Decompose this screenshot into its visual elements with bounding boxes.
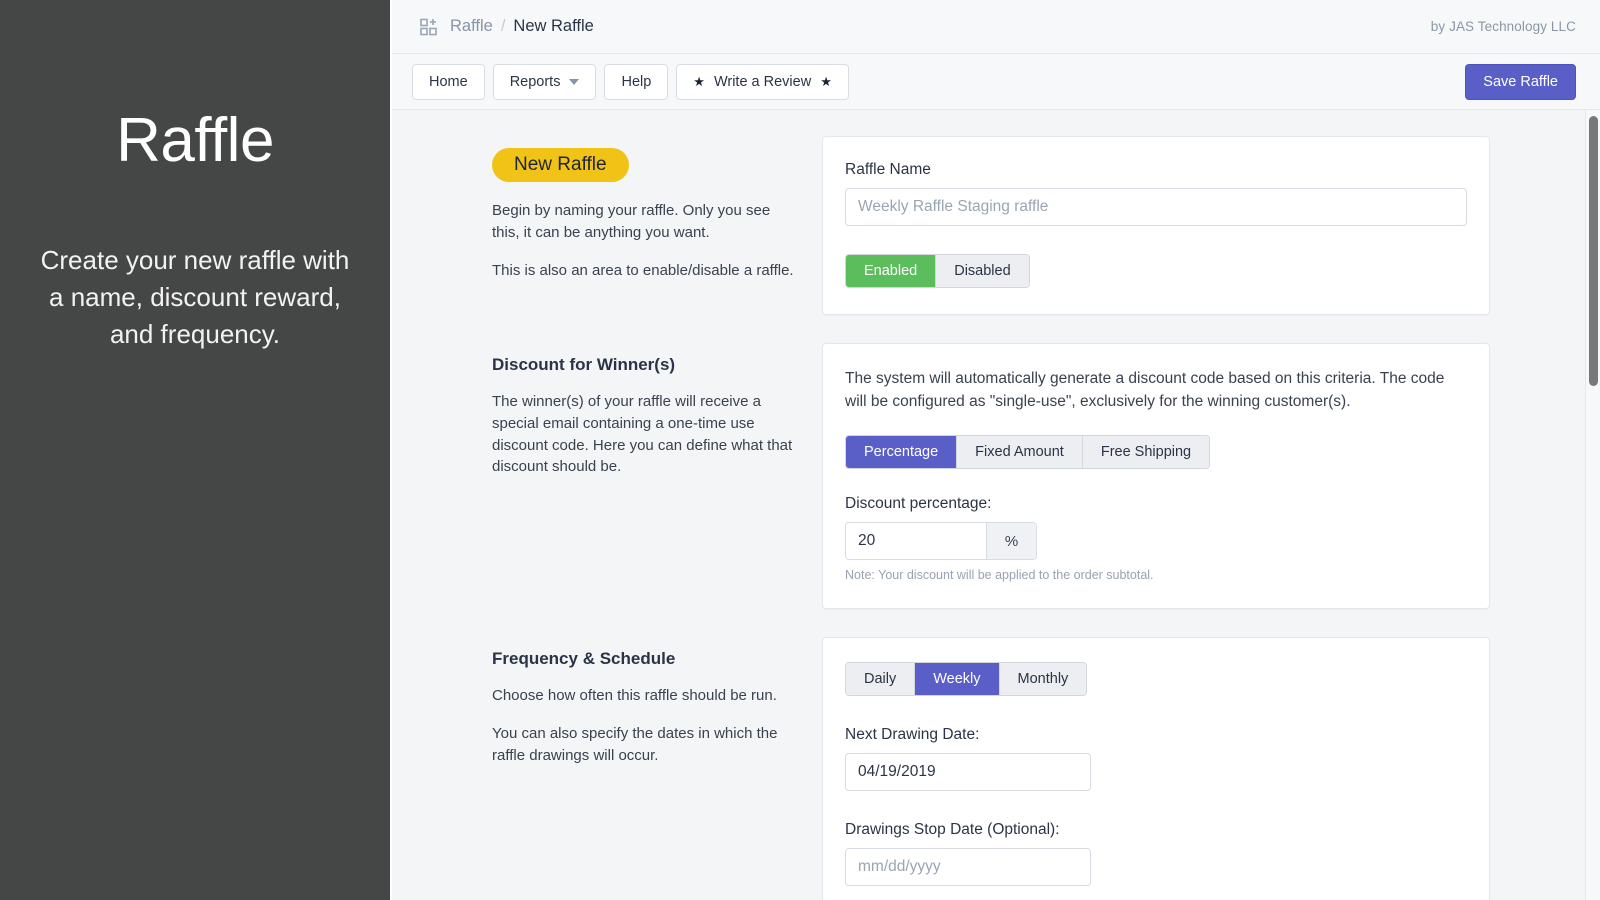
discount-paragraph: The winner(s) of your raffle will receiv… xyxy=(492,391,794,478)
discount-percentage-label: Discount percentage: xyxy=(845,495,1467,513)
next-drawing-date-input[interactable] xyxy=(845,753,1091,791)
write-review-label: Write a Review xyxy=(714,74,811,90)
home-button[interactable]: Home xyxy=(412,64,485,100)
raffle-name-input[interactable] xyxy=(845,188,1467,226)
frequency-paragraph-1: Choose how often this raffle should be r… xyxy=(492,685,794,707)
disabled-option[interactable]: Disabled xyxy=(936,255,1028,287)
percent-symbol-addon: % xyxy=(986,523,1036,559)
raffle-name-description: New Raffle Begin by naming your raffle. … xyxy=(492,136,822,281)
sidebar-title: Raffle xyxy=(116,110,274,172)
content-area: New Raffle Begin by naming your raffle. … xyxy=(392,110,1600,900)
frequency-daily[interactable]: Daily xyxy=(846,663,915,695)
drawings-stop-date-label: Drawings Stop Date (Optional): xyxy=(845,821,1467,839)
breadcrumb-separator: / xyxy=(501,17,506,36)
chevron-down-icon xyxy=(569,79,579,85)
reports-button-label: Reports xyxy=(510,74,561,90)
main-panel: Raffle / New Raffle by JAS Technology LL… xyxy=(390,0,1600,900)
frequency-paragraph-2: You can also specify the dates in which … xyxy=(492,723,794,767)
toolbar: Home Reports Help ★ Write a Review ★ Sav… xyxy=(392,54,1600,110)
frequency-weekly[interactable]: Weekly xyxy=(915,663,999,695)
write-review-button[interactable]: ★ Write a Review ★ xyxy=(676,64,849,100)
star-icon-right: ★ xyxy=(820,75,832,88)
enabled-disabled-toggle: Enabled Disabled xyxy=(845,254,1030,288)
star-icon-left: ★ xyxy=(693,75,705,88)
help-button[interactable]: Help xyxy=(604,64,668,100)
frequency-card-wrap: Daily Weekly Monthly Next Drawing Date: … xyxy=(822,637,1490,900)
content-scrollbar-track[interactable] xyxy=(1585,110,1600,900)
save-raffle-button[interactable]: Save Raffle xyxy=(1465,64,1576,100)
app-root: Raffle Create your new raffle with a nam… xyxy=(0,0,1600,900)
breadcrumb-current: New Raffle xyxy=(513,17,593,36)
discount-description: Discount for Winner(s) The winner(s) of … xyxy=(492,343,822,478)
frequency-description: Frequency & Schedule Choose how often th… xyxy=(492,637,822,766)
frequency-monthly[interactable]: Monthly xyxy=(1000,663,1087,695)
content-scrollbar-thumb[interactable] xyxy=(1589,116,1598,386)
reports-dropdown-button[interactable]: Reports xyxy=(493,64,597,100)
enabled-option[interactable]: Enabled xyxy=(846,255,936,287)
drawings-stop-date-colon: : xyxy=(1055,821,1059,838)
raffle-name-card-wrap: Raffle Name Enabled Disabled xyxy=(822,136,1490,315)
next-drawing-date-label: Next Drawing Date: xyxy=(845,726,1467,744)
frequency-heading: Frequency & Schedule xyxy=(492,649,794,669)
home-button-label: Home xyxy=(429,74,468,90)
raffle-name-card: Raffle Name Enabled Disabled xyxy=(822,136,1490,315)
discount-type-free-shipping[interactable]: Free Shipping xyxy=(1083,436,1209,468)
discount-type-percentage[interactable]: Percentage xyxy=(846,436,957,468)
drawings-stop-date-input[interactable] xyxy=(845,848,1091,886)
discount-type-toggle: Percentage Fixed Amount Free Shipping xyxy=(845,435,1210,469)
new-raffle-badge: New Raffle xyxy=(492,148,629,182)
discount-card-paragraph: The system will automatically generate a… xyxy=(845,368,1467,413)
raffle-name-paragraph-2: This is also an area to enable/disable a… xyxy=(492,260,794,282)
breadcrumb-bar: Raffle / New Raffle by JAS Technology LL… xyxy=(392,0,1600,54)
discount-type-fixed-amount[interactable]: Fixed Amount xyxy=(957,436,1083,468)
section-raffle-name: New Raffle Begin by naming your raffle. … xyxy=(492,136,1490,315)
discount-card: The system will automatically generate a… xyxy=(822,343,1490,609)
raffle-name-paragraph-1: Begin by naming your raffle. Only you se… xyxy=(492,200,794,244)
sidebar-subtitle: Create your new raffle with a name, disc… xyxy=(30,242,360,353)
frequency-card: Daily Weekly Monthly Next Drawing Date: … xyxy=(822,637,1490,900)
sidebar: Raffle Create your new raffle with a nam… xyxy=(0,0,390,900)
discount-percentage-input[interactable] xyxy=(846,523,986,559)
discount-heading: Discount for Winner(s) xyxy=(492,355,794,375)
discount-note: Note: Your discount will be applied to t… xyxy=(845,568,1467,582)
raffle-name-label: Raffle Name xyxy=(845,161,1467,179)
grid-plus-icon xyxy=(420,18,438,36)
drawings-stop-date-text: Drawings Stop Date xyxy=(845,821,983,838)
section-discount: Discount for Winner(s) The winner(s) of … xyxy=(492,343,1490,609)
vendor-credit: by JAS Technology LLC xyxy=(1431,19,1576,34)
discount-percentage-group: % xyxy=(845,522,1037,560)
section-frequency: Frequency & Schedule Choose how often th… xyxy=(492,637,1490,900)
frequency-toggle: Daily Weekly Monthly xyxy=(845,662,1087,696)
breadcrumb-root-link[interactable]: Raffle xyxy=(450,17,493,36)
drawings-stop-date-optional: (Optional) xyxy=(987,821,1055,838)
form-rows: New Raffle Begin by naming your raffle. … xyxy=(392,136,1600,900)
help-button-label: Help xyxy=(621,74,651,90)
discount-card-wrap: The system will automatically generate a… xyxy=(822,343,1490,609)
